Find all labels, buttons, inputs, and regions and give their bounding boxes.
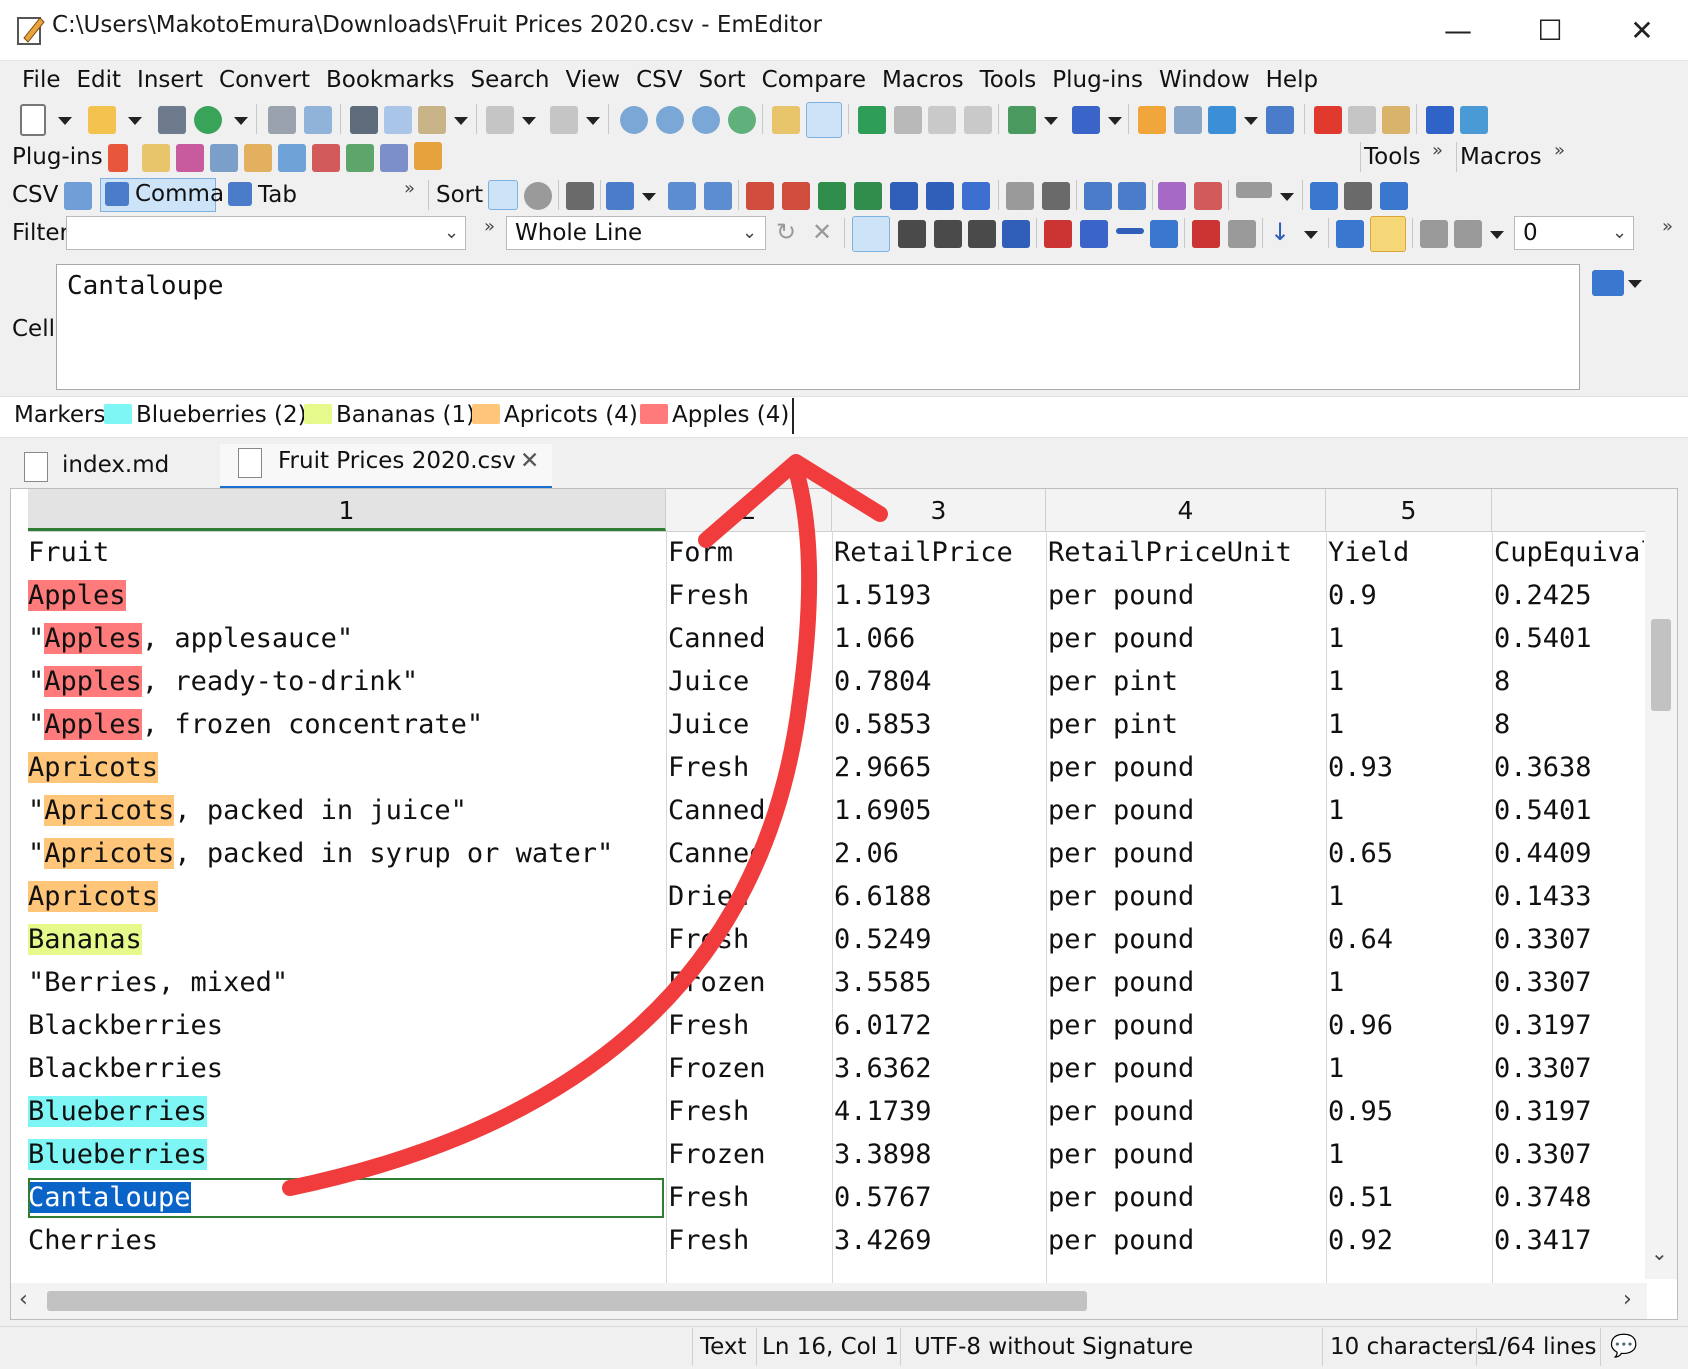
status-characters: 10 characters xyxy=(1330,1334,1489,1360)
status-lines: 1/64 lines xyxy=(1484,1334,1597,1360)
status-encoding[interactable]: UTF-8 without Signature xyxy=(914,1334,1193,1360)
status-position[interactable]: Ln 16, Col 1 xyxy=(762,1334,899,1360)
annotation-arrow xyxy=(282,454,888,1196)
status-mode[interactable]: Text xyxy=(700,1334,747,1360)
feedback-icon[interactable]: 💬 xyxy=(1610,1334,1637,1359)
